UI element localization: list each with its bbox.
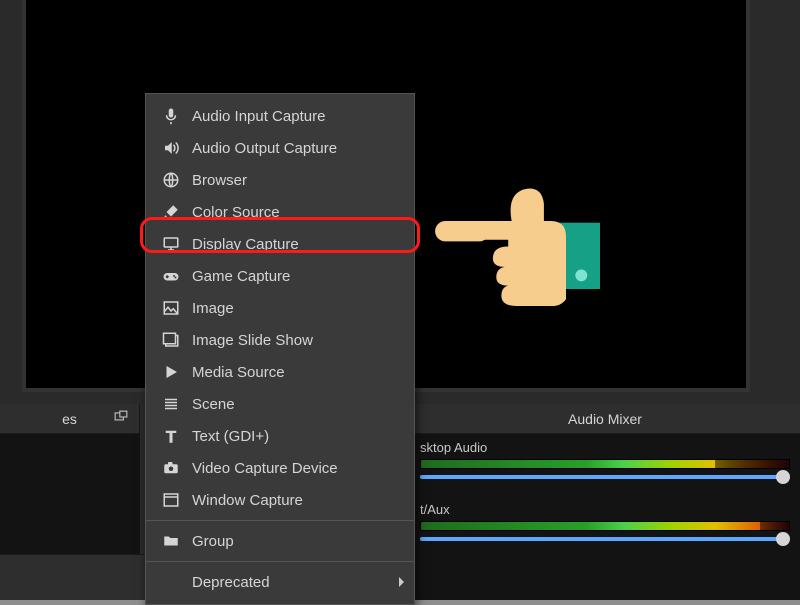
mixer-header-label: Audio Mixer <box>568 411 642 427</box>
play-icon <box>160 363 182 381</box>
source-menu-item[interactable]: Media Source <box>146 356 414 388</box>
menu-item-label: Audio Input Capture <box>192 108 325 125</box>
scenes-header-label: es <box>62 411 77 427</box>
panel-popout-icon[interactable] <box>111 409 131 429</box>
mixer-body: sktop Audio t/Aux <box>410 434 800 600</box>
menu-item-label: Text (GDI+) <box>192 428 269 445</box>
source-menu-item[interactable]: Scene <box>146 388 414 420</box>
mixer-channel-label: t/Aux <box>420 502 790 517</box>
menu-item-label: Window Capture <box>192 492 303 509</box>
menu-item-label: Media Source <box>192 364 285 381</box>
source-menu-item[interactable]: Window Capture <box>146 484 414 516</box>
menu-item-label: Video Capture Device <box>192 460 338 477</box>
add-source-context-menu: Audio Input Capture Audio Output Capture B… <box>145 93 415 605</box>
source-menu-item[interactable]: Video Capture Device <box>146 452 414 484</box>
mic-icon <box>160 107 182 125</box>
image-icon <box>160 299 182 317</box>
scenes-footer <box>0 554 140 600</box>
menu-item-label: Browser <box>192 172 247 189</box>
menu-item-label: Deprecated <box>192 574 270 591</box>
text-icon <box>160 427 182 445</box>
window-icon <box>160 491 182 509</box>
source-menu-item-group[interactable]: Group <box>146 525 414 557</box>
volume-meter <box>420 459 790 469</box>
menu-item-label: Game Capture <box>192 268 290 285</box>
menu-item-label: Image Slide Show <box>192 332 313 349</box>
volume-meter <box>420 521 790 531</box>
volume-slider[interactable] <box>420 475 790 479</box>
speaker-icon <box>160 139 182 157</box>
menu-separator <box>146 520 414 521</box>
source-menu-item[interactable]: Audio Output Capture <box>146 132 414 164</box>
mixer-channel-label: sktop Audio <box>420 440 790 455</box>
globe-icon <box>160 171 182 189</box>
source-menu-item[interactable]: Image <box>146 292 414 324</box>
audio-mixer-panel: Audio Mixer sktop Audio t/Aux <box>410 404 800 600</box>
source-menu-item[interactable]: Browser <box>146 164 414 196</box>
source-menu-item[interactable]: Game Capture <box>146 260 414 292</box>
source-menu-item[interactable]: Image Slide Show <box>146 324 414 356</box>
scenes-header: es <box>0 404 139 434</box>
scene-icon <box>160 395 182 413</box>
source-menu-item[interactable]: Audio Input Capture <box>146 100 414 132</box>
source-menu-item[interactable]: Color Source <box>146 196 414 228</box>
submenu-arrow-icon <box>399 577 404 587</box>
monitor-icon <box>160 235 182 253</box>
menu-item-label: Group <box>192 533 234 550</box>
camera-icon <box>160 459 182 477</box>
app-window: es Audio Mixer <box>0 0 800 600</box>
menu-item-label: Image <box>192 300 234 317</box>
mixer-channel: t/Aux <box>410 496 800 558</box>
gamepad-icon <box>160 267 182 285</box>
slideshow-icon <box>160 331 182 349</box>
menu-item-label: Scene <box>192 396 235 413</box>
source-menu-item-deprecated[interactable]: Deprecated <box>146 566 414 598</box>
source-menu-item[interactable]: Text (GDI+) <box>146 420 414 452</box>
mixer-header: Audio Mixer <box>410 404 800 434</box>
volume-slider[interactable] <box>420 537 790 541</box>
source-menu-item[interactable]: Display Capture <box>146 228 414 260</box>
mixer-channel: sktop Audio <box>410 434 800 496</box>
scenes-panel: es <box>0 404 140 600</box>
menu-item-label: Display Capture <box>192 236 299 253</box>
scenes-list[interactable] <box>0 434 140 554</box>
brush-icon <box>160 203 182 221</box>
menu-separator <box>146 561 414 562</box>
menu-item-label: Color Source <box>192 204 280 221</box>
folder-icon <box>160 532 182 550</box>
menu-item-label: Audio Output Capture <box>192 140 337 157</box>
